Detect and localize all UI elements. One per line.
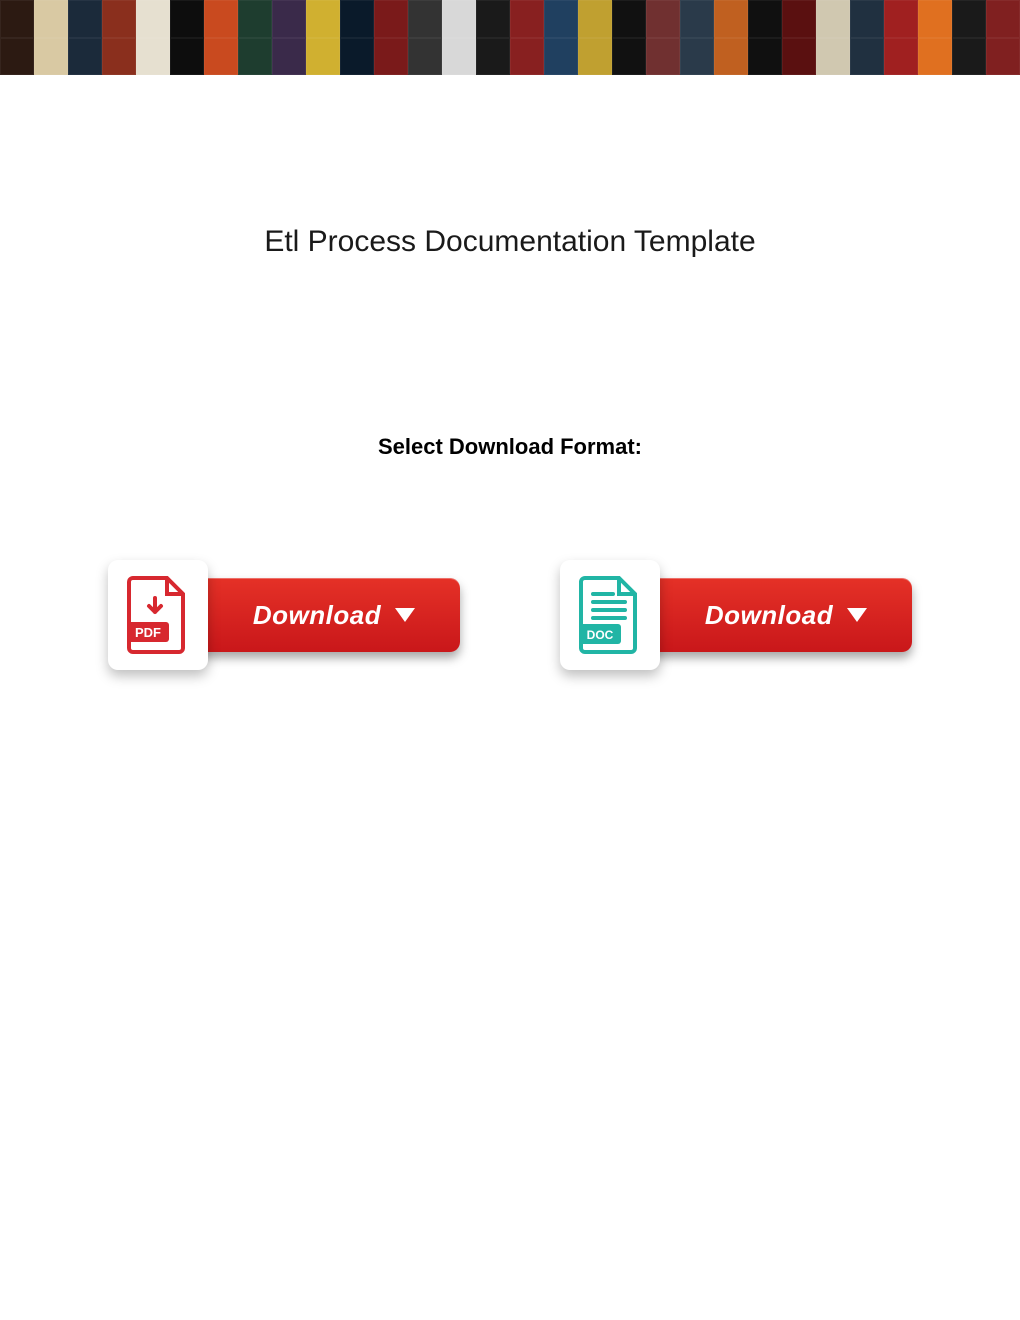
select-format-heading: Select Download Format:: [0, 434, 1020, 460]
download-doc-label: Download: [705, 600, 833, 631]
banner-collage: [0, 0, 1020, 75]
download-pdf-button[interactable]: Download: [190, 578, 460, 652]
download-unit-doc: DOC Download: [560, 560, 912, 670]
download-row: PDF Download DOC Download: [0, 560, 1020, 670]
doc-badge-label: DOC: [587, 628, 614, 642]
doc-file-tile: DOC: [560, 560, 660, 670]
download-arrow-icon: [395, 608, 415, 622]
download-arrow-icon: [847, 608, 867, 622]
download-doc-button[interactable]: Download: [642, 578, 912, 652]
download-unit-pdf: PDF Download: [108, 560, 460, 670]
download-pdf-label: Download: [253, 600, 381, 631]
pdf-file-icon: PDF: [127, 576, 189, 654]
doc-file-icon: DOC: [579, 576, 641, 654]
pdf-file-tile: PDF: [108, 560, 208, 670]
page-title: Etl Process Documentation Template: [0, 225, 1020, 259]
pdf-badge-label: PDF: [135, 625, 161, 640]
